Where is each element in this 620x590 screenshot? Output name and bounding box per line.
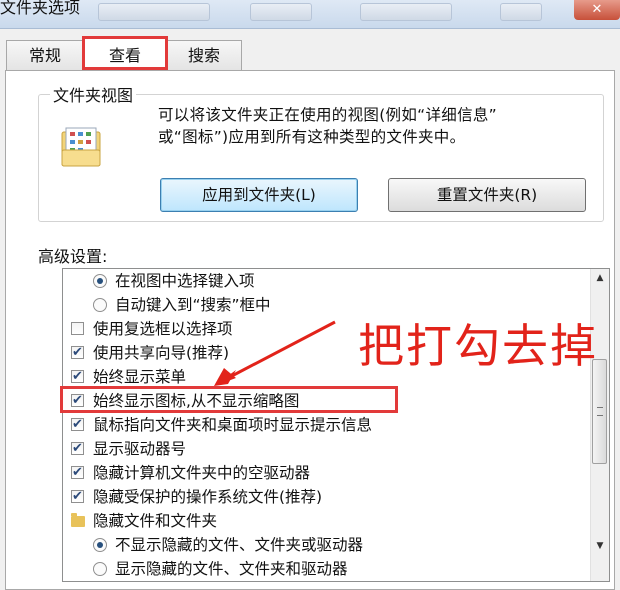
option-label: 隐藏计算机文件夹中的空驱动器: [93, 464, 311, 482]
title-bar: 文件夹选项 ✕: [0, 0, 620, 29]
radio-icon[interactable]: [93, 538, 107, 552]
scroll-down-icon[interactable]: ▼: [591, 537, 609, 555]
toolbar-blur-4: [500, 3, 542, 21]
toolbar-blur-2: [250, 3, 312, 21]
checkbox-checked-icon[interactable]: [71, 437, 84, 461]
checkbox-checked-icon[interactable]: [71, 341, 84, 365]
close-icon: ✕: [591, 2, 603, 17]
group-label: 隐藏文件和文件夹: [93, 512, 218, 530]
folder-view-description: 可以将该文件夹正在使用的视图(例如“详细信息” 或“图标”)应用到所有这种类型的…: [158, 104, 598, 148]
apply-to-folders-button[interactable]: 应用到文件夹(L): [160, 178, 358, 212]
close-button[interactable]: ✕: [574, 0, 620, 20]
tab-view-label: 查看: [108, 46, 141, 65]
option-label: 鼠标指向文件夹和桌面项时显示提示信息: [93, 416, 373, 434]
description-line-2: 或“图标”)应用到所有这种类型的文件夹中。: [158, 128, 466, 146]
folder-view-icon: [61, 127, 101, 167]
option-label: 不显示隐藏的文件、文件夹或驱动器: [115, 536, 364, 554]
folder-view-legend: 文件夹视图: [50, 82, 137, 106]
checkbox-checked-icon[interactable]: [71, 413, 84, 437]
description-line-1: 可以将该文件夹正在使用的视图(例如“详细信息”: [158, 106, 498, 124]
annotation-text: 把打勾去掉: [358, 319, 598, 373]
scroll-up-icon[interactable]: ▲: [591, 269, 609, 287]
option-label: 自动键入到“搜索”框中: [115, 296, 271, 314]
checkbox-icon[interactable]: [71, 322, 84, 335]
window-title: 文件夹选项: [0, 0, 81, 17]
tab-search-label: 搜索: [187, 46, 220, 65]
annotation-arrow-icon: [214, 320, 336, 386]
radio-icon[interactable]: [93, 562, 107, 576]
tab-general[interactable]: 常规: [6, 40, 84, 70]
advanced-settings-label: 高级设置:: [38, 247, 108, 266]
option-label: 隐藏受保护的操作系统文件(推荐): [93, 488, 323, 506]
checkbox-checked-icon[interactable]: [71, 365, 84, 389]
checkbox-checked-icon[interactable]: [71, 461, 84, 485]
option-label: 显示驱动器号: [93, 440, 187, 458]
tab-general-label: 常规: [28, 46, 61, 65]
option-label: 显示隐藏的文件、文件夹和驱动器: [115, 560, 348, 578]
radio-icon[interactable]: [93, 274, 107, 288]
option-label: 在视图中选择键入项: [115, 272, 255, 290]
toolbar-blur-3: [360, 3, 452, 21]
tab-search[interactable]: 搜索: [166, 40, 242, 70]
option-label: 使用共享向导(推荐): [93, 344, 230, 362]
radio-icon[interactable]: [93, 298, 107, 312]
highlight-box: [60, 386, 398, 413]
checkbox-checked-icon[interactable]: [71, 485, 84, 509]
reset-folders-button[interactable]: 重置文件夹(R): [388, 178, 586, 212]
folder-icon: [71, 513, 85, 527]
tab-view[interactable]: 查看: [82, 36, 168, 70]
toolbar-blur-1: [98, 3, 210, 21]
